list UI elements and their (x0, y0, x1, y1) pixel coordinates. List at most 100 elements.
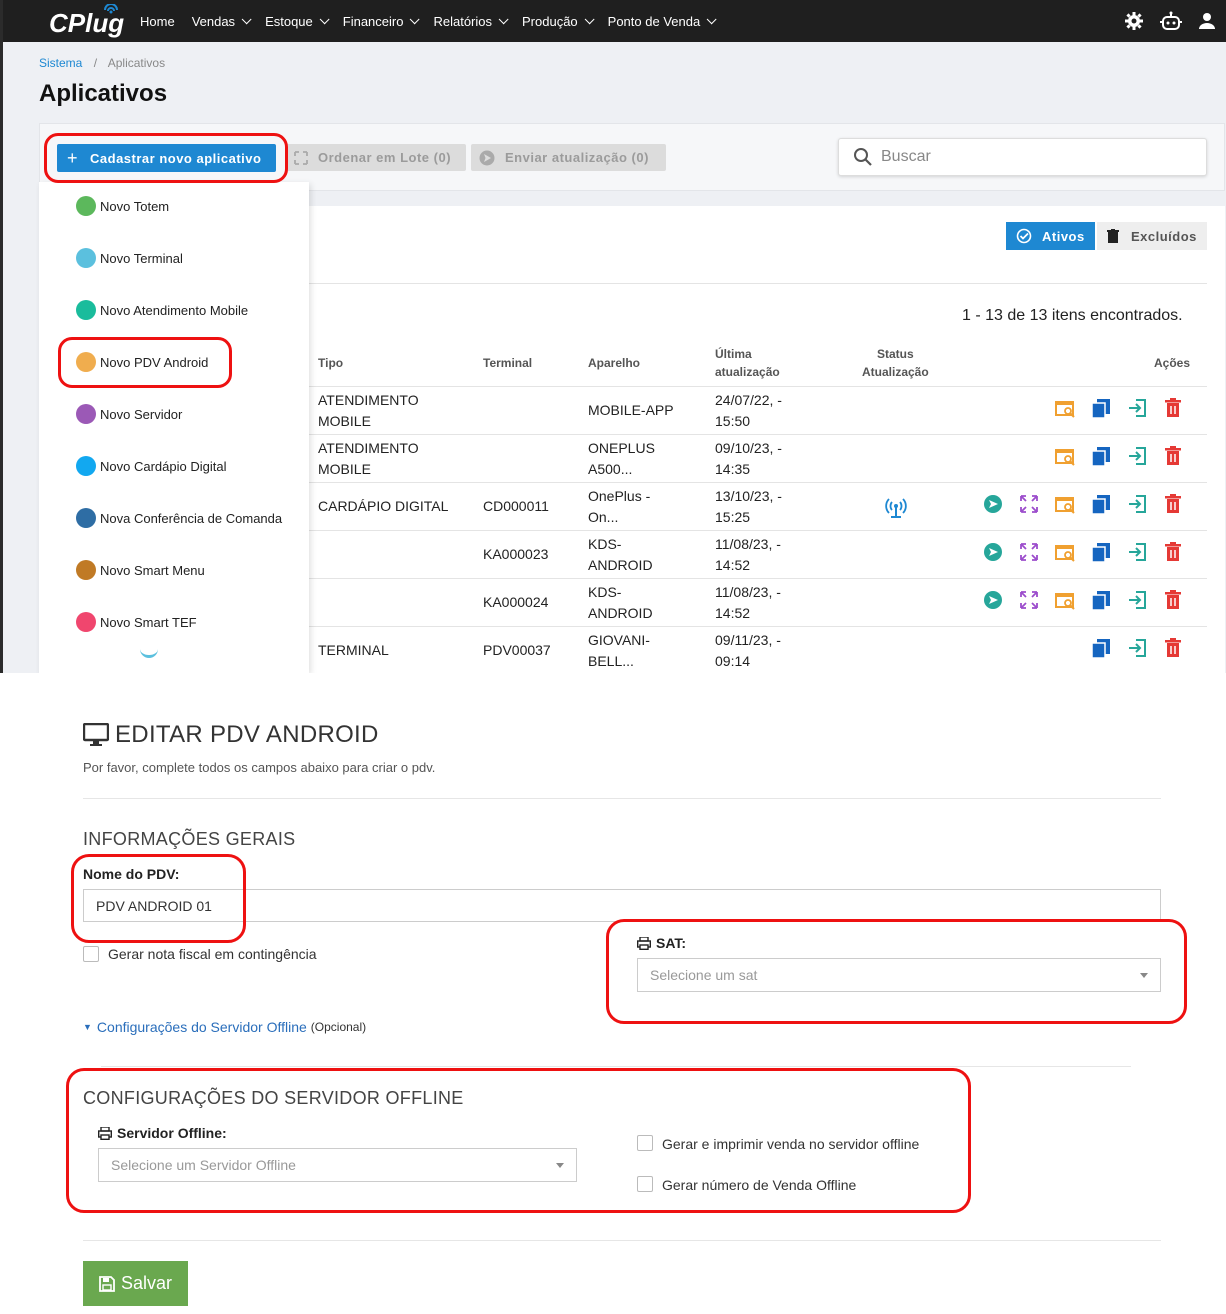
data-line2: 15:50 (715, 413, 751, 429)
divider (83, 1240, 1161, 1241)
col-status[interactable]: Status Atualização (862, 345, 929, 381)
add-app-label: Cadastrar novo aplicativo (90, 150, 262, 166)
antenna-status-icon[interactable] (885, 497, 907, 519)
play-icon[interactable] (983, 542, 1003, 562)
menu-item-terminal[interactable]: Novo Terminal (76, 248, 183, 268)
nav-financeiro[interactable]: Financeiro (343, 13, 421, 29)
search-icon (854, 148, 872, 166)
chevron-down-icon (706, 13, 717, 24)
pdv-name-input[interactable]: PDV ANDROID 01 (83, 889, 1161, 922)
batch-order-button[interactable]: Ordenar em Lote (0) (286, 144, 466, 171)
col-ultima-atualizacao[interactable]: Última atualização (715, 345, 780, 381)
menu-item-cardapio-digital[interactable]: Novo Cardápio Digital (76, 456, 226, 476)
save-button[interactable]: Salvar (83, 1261, 188, 1306)
trash-icon (1107, 229, 1119, 243)
data-line2: 15:25 (715, 509, 751, 525)
offline-config-toggle[interactable]: ▼ Configurações do Servidor Offline (Opc… (83, 1019, 366, 1035)
expand-icon[interactable] (1019, 494, 1039, 514)
send-update-button[interactable]: Enviar atualização (0) (471, 144, 666, 171)
menu-item-servidor[interactable]: Novo Servidor (76, 404, 182, 424)
trash-icon[interactable] (1163, 590, 1183, 610)
offline-server-select[interactable]: Selecione um Servidor Offline (98, 1148, 577, 1182)
filter-active-button[interactable]: Ativos (1006, 222, 1095, 250)
sign-in-icon[interactable] (1127, 590, 1147, 610)
name-label: Nome do PDV: (83, 866, 180, 882)
menu-item-smart-menu[interactable]: Novo Smart Menu (76, 560, 205, 580)
expand-icon[interactable] (1019, 590, 1039, 610)
cell-tipo: ATENDIMENTO MOBILE (318, 438, 419, 480)
sign-in-icon[interactable] (1127, 542, 1147, 562)
nav-relatorios[interactable]: Relatórios (433, 14, 509, 29)
menu-item-conferencia-comanda[interactable]: Nova Conferência de Comanda (76, 508, 282, 528)
trash-icon[interactable] (1163, 638, 1183, 658)
trash-icon[interactable] (1163, 398, 1183, 418)
add-app-button[interactable]: + Cadastrar novo aplicativo (57, 144, 276, 172)
chevron-down-icon (410, 13, 421, 24)
offline-number-checkbox[interactable] (637, 1176, 653, 1192)
filter-deleted-button[interactable]: Excluídos (1097, 222, 1207, 250)
play-icon[interactable] (983, 494, 1003, 514)
nav-home[interactable]: Home (140, 14, 175, 29)
user-icon[interactable] (1198, 12, 1216, 30)
copy-icon[interactable] (1091, 494, 1111, 514)
sign-in-icon[interactable] (1127, 398, 1147, 418)
sign-in-icon[interactable] (1127, 638, 1147, 658)
copy-icon[interactable] (1091, 638, 1111, 658)
play-icon[interactable] (983, 590, 1003, 610)
gear-icon[interactable] (1124, 11, 1144, 31)
pdv-dot-icon (76, 352, 96, 372)
col-aparelho[interactable]: Aparelho (588, 354, 640, 372)
copy-icon[interactable] (1091, 398, 1111, 418)
trash-icon[interactable] (1163, 494, 1183, 514)
menu-item-totem[interactable]: Novo Totem (76, 196, 169, 216)
search-placeholder: Buscar (881, 148, 931, 165)
nav-ponto-de-venda[interactable]: Ponto de Venda (608, 13, 717, 29)
aparelho-line2: BELL... (588, 653, 634, 669)
data-line2: 14:35 (715, 461, 751, 477)
sign-in-icon[interactable] (1127, 446, 1147, 466)
search-document-icon[interactable] (1055, 398, 1075, 418)
data-line2: 14:52 (715, 605, 751, 621)
row-divider (309, 434, 1207, 435)
col-terminal[interactable]: Terminal (483, 354, 532, 372)
copy-icon[interactable] (1091, 542, 1111, 562)
trash-icon[interactable] (1163, 446, 1183, 466)
sat-select[interactable]: Selecione um sat (637, 958, 1161, 992)
copy-icon[interactable] (1091, 590, 1111, 610)
menu-item-smart-tef[interactable]: Novo Smart TEF (76, 612, 197, 632)
search-document-icon[interactable] (1055, 446, 1075, 466)
copy-icon[interactable] (1091, 446, 1111, 466)
row-divider (309, 578, 1207, 579)
print-offline-label: Gerar e imprimir venda no servidor offli… (662, 1136, 920, 1152)
trash-icon[interactable] (1163, 542, 1183, 562)
robot-icon[interactable] (1160, 11, 1182, 31)
tipo-line1: ATENDIMENTO (318, 440, 419, 456)
aparelho-line1: OnePlus - (588, 488, 651, 504)
menu-label: Novo Cardápio Digital (100, 458, 227, 474)
nav-vendas[interactable]: Vendas (192, 14, 252, 29)
menu-label: Novo Totem (100, 198, 170, 214)
expand-icon[interactable] (1019, 542, 1039, 562)
search-input[interactable]: Buscar (838, 138, 1207, 176)
cell-data: 11/08/23, - 14:52 (715, 582, 781, 624)
caret-down-icon (1140, 973, 1148, 978)
menu-item-pdv-android[interactable]: Novo PDV Android (76, 352, 208, 372)
breadcrumb-sistema[interactable]: Sistema (39, 56, 82, 70)
contingency-checkbox[interactable] (83, 946, 99, 962)
cell-tipo: CARDÁPIO DIGITAL (318, 498, 449, 514)
totem-dot-icon (76, 196, 96, 216)
sign-in-icon[interactable] (1127, 494, 1147, 514)
nav-producao[interactable]: Produção (522, 14, 595, 29)
print-offline-checkbox[interactable] (637, 1135, 653, 1151)
menu-item-atendimento-mobile[interactable]: Novo Atendimento Mobile (76, 300, 248, 320)
cplug-logo[interactable]: CPlug (47, 4, 127, 38)
col-tipo[interactable]: Tipo (318, 354, 343, 372)
nav-estoque-label: Estoque (265, 13, 313, 29)
search-document-icon[interactable] (1055, 494, 1075, 514)
search-document-icon[interactable] (1055, 590, 1075, 610)
search-document-icon[interactable] (1055, 542, 1075, 562)
batch-order-label: Ordenar em Lote (0) (318, 150, 452, 165)
nav-estoque[interactable]: Estoque (265, 13, 330, 29)
sat-label-text: SAT: (656, 935, 687, 951)
nav-home-label: Home (140, 13, 175, 29)
